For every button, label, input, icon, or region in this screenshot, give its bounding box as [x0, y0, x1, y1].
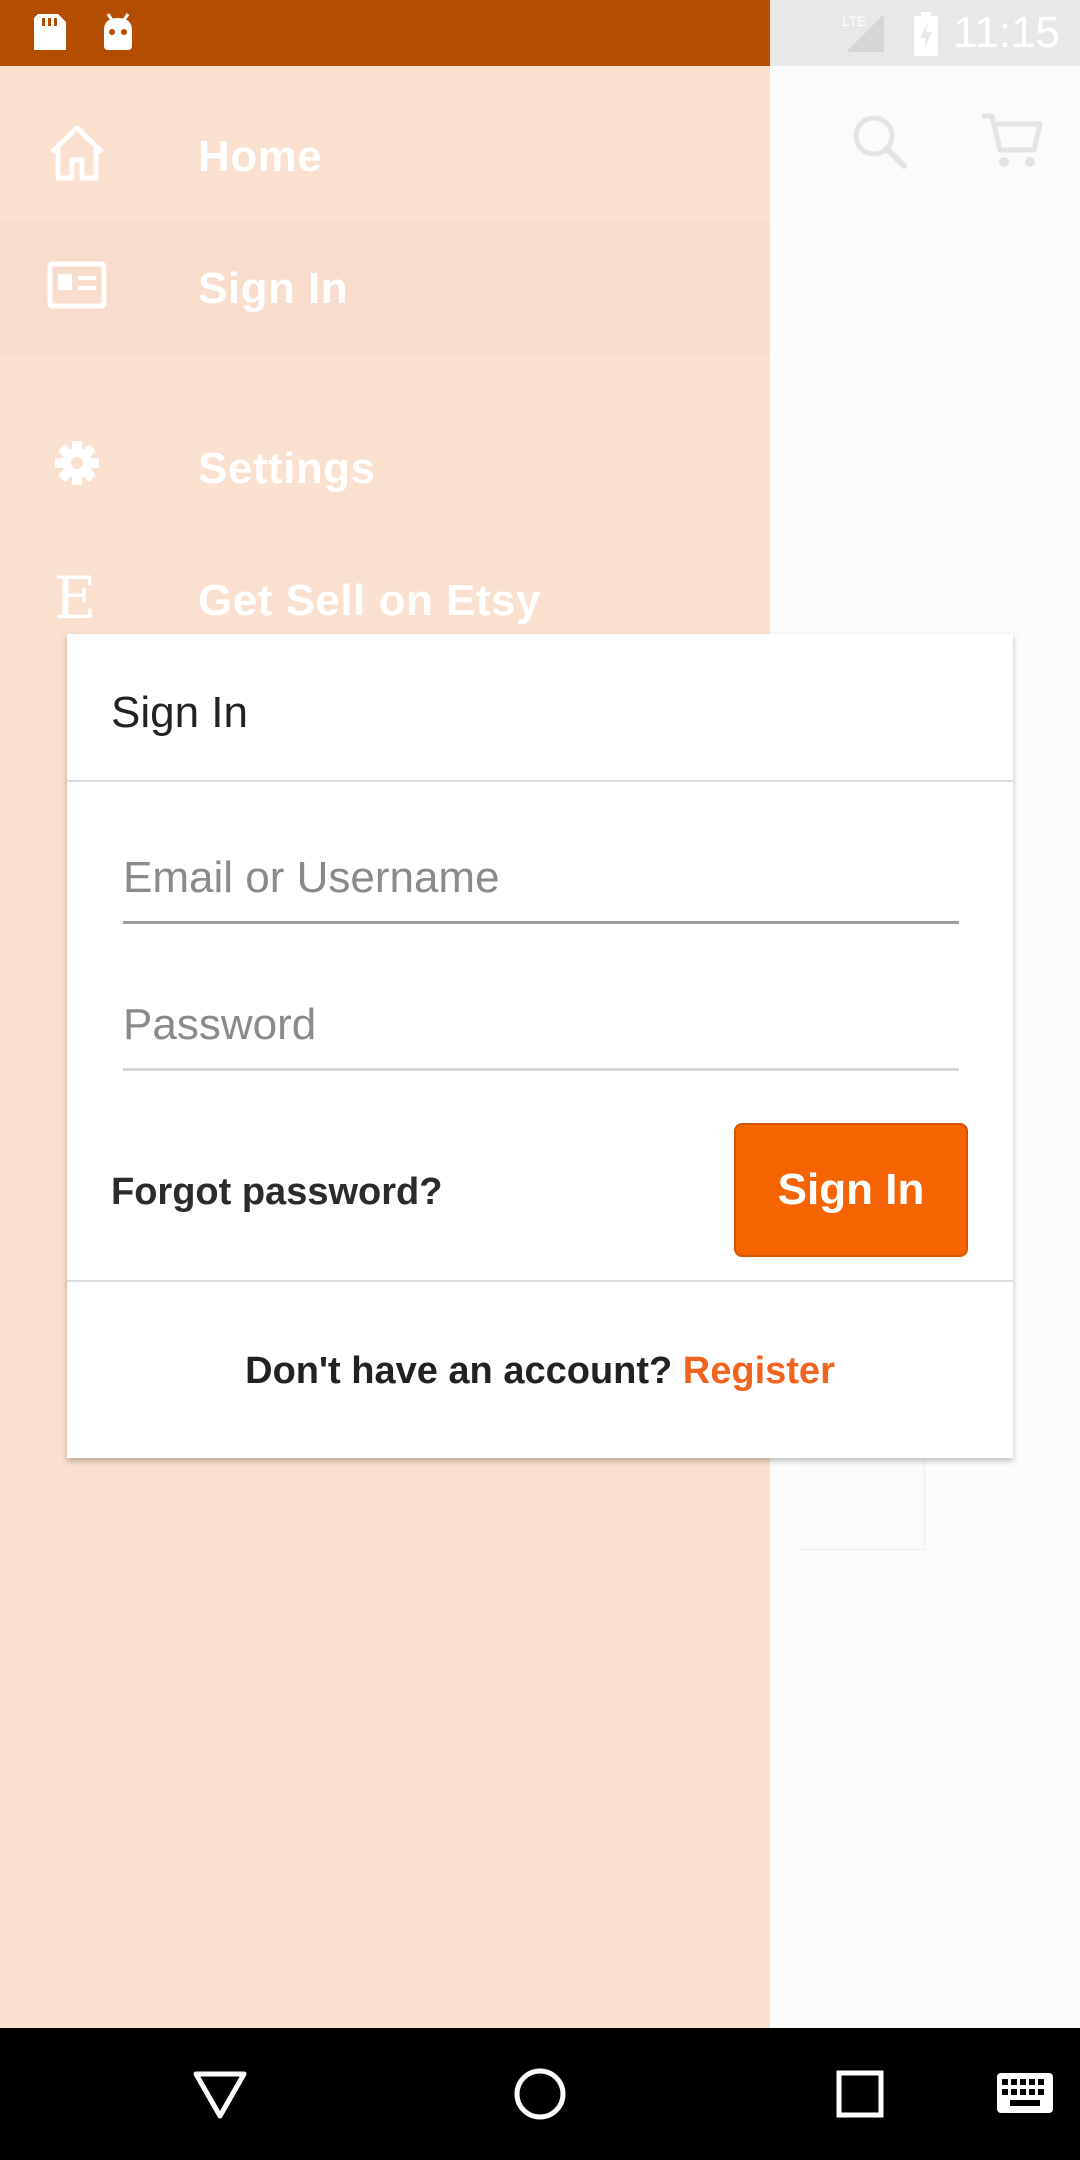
- keyboard-icon[interactable]: [996, 2072, 1054, 2114]
- gear-icon: [55, 441, 99, 485]
- status-bar-colored-region: [0, 0, 770, 66]
- battery-charging-icon: [914, 12, 938, 56]
- drawer-item-label: Home: [198, 132, 323, 181]
- divider: [67, 1280, 1013, 1282]
- status-bar: LTE 11:15: [0, 0, 1080, 66]
- search-icon[interactable]: [850, 112, 910, 172]
- home-icon: [50, 125, 104, 181]
- divider: [67, 780, 1013, 782]
- cart-icon[interactable]: [980, 110, 1044, 172]
- system-navigation-bar: [0, 2028, 1080, 2160]
- drawer-item-label: Sign In: [198, 264, 349, 313]
- forgot-password-link[interactable]: Forgot password?: [111, 1171, 442, 1214]
- drawer-item-settings[interactable]: Settings: [0, 402, 770, 534]
- id-card-icon: [47, 261, 107, 309]
- android-debug-icon: [104, 13, 132, 50]
- sign-in-dialog: Sign In Forgot password? Sign In Don't h…: [67, 634, 1013, 1458]
- drawer-item-label: Settings: [198, 444, 376, 493]
- register-prompt: Don't have an account?: [245, 1350, 673, 1392]
- sd-card-icon: [34, 14, 66, 50]
- password-field[interactable]: [123, 988, 959, 1071]
- status-bar-time: 11:15: [953, 8, 1060, 57]
- register-link[interactable]: Register: [683, 1350, 835, 1392]
- drawer-item-label: Get Sell on Etsy: [198, 576, 541, 625]
- register-row: Don't have an account? Register: [67, 1350, 1013, 1393]
- lte-signal-icon: LTE: [842, 13, 884, 52]
- etsy-e-icon: E: [54, 564, 97, 632]
- drawer-item-home[interactable]: Home: [0, 90, 770, 222]
- sign-in-button[interactable]: Sign In: [734, 1123, 968, 1257]
- svg-text:LTE: LTE: [842, 13, 867, 29]
- home-circle-icon[interactable]: [512, 2066, 568, 2122]
- background-toolbar: [770, 66, 1080, 218]
- drawer-item-sign-in[interactable]: Sign In: [0, 222, 770, 354]
- dialog-title: Sign In: [111, 688, 248, 737]
- recents-icon[interactable]: [836, 2070, 884, 2118]
- back-icon[interactable]: [192, 2070, 248, 2120]
- email-field[interactable]: [123, 841, 959, 924]
